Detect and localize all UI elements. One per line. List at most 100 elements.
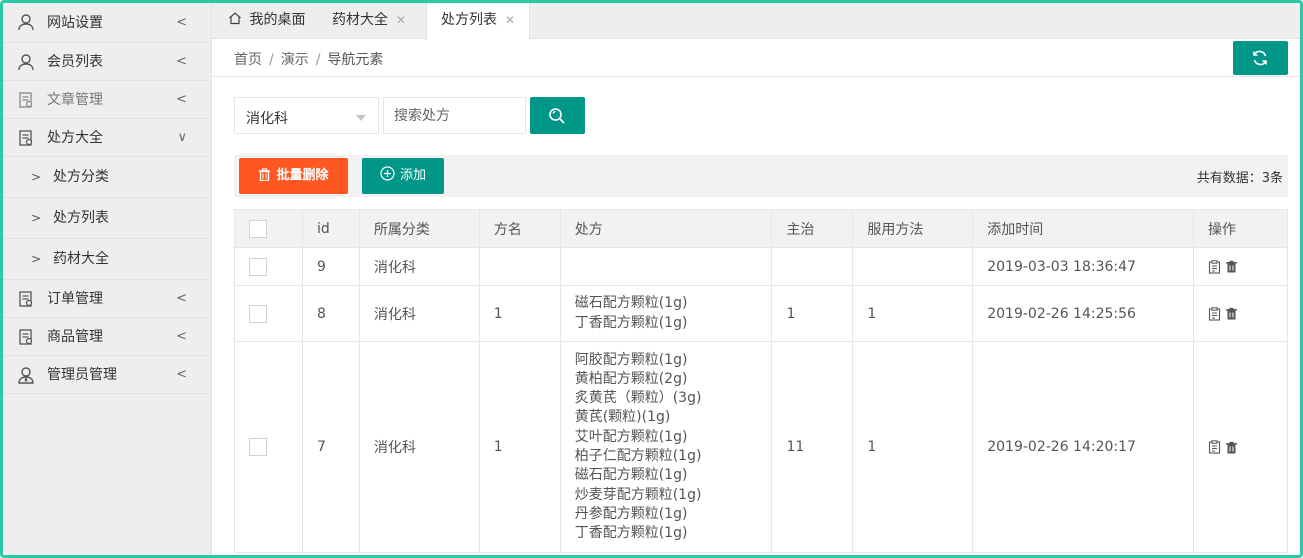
batch-delete-label: 批量删除 (276, 168, 329, 183)
cell-added: 2019-03-03 18:36:47 (972, 247, 1195, 286)
prescription-item: 艾叶配方颗粒(1g) (574, 428, 688, 445)
row-select-cell (234, 285, 303, 342)
prescription-item: 黄芪(颗粒)(1g) (574, 409, 671, 426)
caret-down-icon (356, 115, 366, 121)
refresh-button[interactable] (1233, 41, 1288, 75)
close-icon[interactable]: ✕ (396, 13, 406, 27)
select-all-checkbox[interactable] (249, 219, 267, 238)
sidebar-item-members[interactable]: 会员列表 < (3, 43, 211, 81)
document-icon (19, 130, 33, 146)
trash-icon[interactable] (1225, 441, 1238, 454)
document-icon (19, 329, 33, 345)
batch-delete-button[interactable]: 批量删除 (239, 158, 348, 194)
sidebar-item-products[interactable]: 商品管理 < (3, 318, 211, 356)
trash-icon[interactable] (1225, 260, 1238, 273)
chevron-right-icon: > (31, 252, 42, 266)
cell-id: 8 (301, 285, 360, 342)
search-icon (549, 108, 565, 124)
column-header-prescription: 处方 (559, 209, 773, 248)
row-checkbox[interactable] (249, 304, 267, 323)
cell-category: 消化科 (358, 341, 480, 553)
cell-actions (1193, 285, 1288, 342)
sidebar-item-label: 订单管理 (47, 291, 103, 307)
document-icon (19, 291, 33, 307)
add-button[interactable]: 添加 (362, 158, 444, 194)
sidebar-subitem-prescription-categories[interactable]: > 处方分类 (3, 157, 211, 198)
sidebar-item-label: 网站设置 (47, 15, 103, 31)
cell-category: 消化科 (358, 247, 480, 286)
user-icon (18, 54, 34, 71)
column-header-indication: 主治 (771, 209, 854, 248)
edit-icon[interactable] (1208, 259, 1221, 274)
breadcrumb-home[interactable]: 首页 (234, 52, 262, 68)
chevron-left-icon: < (176, 54, 187, 69)
cell-usage (852, 247, 974, 286)
trash-icon (259, 168, 271, 182)
sidebar-item-orders[interactable]: 订单管理 < (3, 280, 211, 318)
prescription-item: 炒麦芽配方颗粒(1g) (574, 486, 702, 503)
breadcrumb-bar: 首页 / 演示 / 导航元素 (212, 39, 1300, 77)
sidebar-subitem-label: 药材大全 (53, 251, 109, 267)
table-header-row: id 所属分类 方名 处方 主治 服用方法 添加时间 操作 (234, 209, 1288, 248)
cell-name (478, 247, 561, 286)
row-checkbox[interactable] (249, 257, 267, 276)
chevron-down-icon: ∨ (177, 130, 187, 145)
sidebar-item-label: 管理员管理 (47, 367, 117, 383)
sidebar-item-label: 会员列表 (47, 54, 103, 70)
prescription-item: 丹参配方颗粒(1g) (574, 505, 688, 522)
sidebar-item-articles[interactable]: 文章管理 < (3, 81, 211, 119)
prescription-item: 丁香配方颗粒(1g) (574, 525, 688, 542)
row-checkbox[interactable] (249, 438, 267, 456)
chevron-left-icon: < (176, 291, 187, 306)
column-header-actions: 操作 (1193, 209, 1288, 248)
prescription-item: 炙黄芪（颗粒）(3g) (574, 390, 702, 407)
search-input[interactable] (383, 97, 526, 134)
refresh-icon (1253, 50, 1267, 66)
tab-bar: 我的桌面 药材大全 ✕ 处方列表 ✕ (212, 3, 1300, 40)
row-select-cell (234, 247, 303, 286)
cell-id: 7 (301, 341, 360, 553)
sidebar-item-site-settings[interactable]: 网站设置 < (3, 3, 211, 43)
tab-label: 药材大全 (332, 12, 388, 28)
chevron-left-icon: < (176, 92, 187, 107)
column-header-name: 方名 (478, 209, 561, 248)
tab-my-desktop[interactable]: 我的桌面 (214, 3, 319, 39)
cell-indication: 11 (771, 341, 854, 553)
chevron-left-icon: < (176, 15, 187, 30)
column-header-added: 添加时间 (972, 209, 1195, 248)
tab-label: 我的桌面 (249, 12, 306, 28)
table-toolbar: 批量删除 添加 共有数据：3条 (234, 155, 1288, 197)
trash-icon[interactable] (1225, 307, 1238, 320)
category-select[interactable]: 消化科 (234, 97, 379, 134)
sidebar-subitem-herbs[interactable]: > 药材大全 (3, 239, 211, 280)
sidebar-subitem-prescription-list[interactable]: > 处方列表 (3, 198, 211, 239)
sidebar-subitem-label: 处方分类 (53, 169, 109, 185)
close-icon[interactable]: ✕ (505, 13, 515, 27)
cell-indication: 1 (771, 285, 854, 342)
chevron-right-icon: > (31, 211, 42, 225)
tab-herbs[interactable]: 药材大全 ✕ (318, 3, 420, 39)
table-row: 9 消化科 2019-03-03 18:36:47 (234, 247, 1288, 286)
prescription-table: id 所属分类 方名 处方 主治 服用方法 添加时间 操作 9 消化科 2019… (234, 209, 1288, 553)
cell-id: 9 (301, 247, 360, 286)
column-header-category: 所属分类 (358, 209, 480, 248)
edit-icon[interactable] (1208, 440, 1221, 454)
edit-icon[interactable] (1208, 306, 1221, 321)
cell-actions (1193, 247, 1288, 286)
prescription-item: 丁香配方颗粒(1g) (574, 314, 688, 331)
cell-prescription (559, 247, 773, 286)
tab-prescription-list[interactable]: 处方列表 ✕ (426, 3, 531, 40)
breadcrumb-demo[interactable]: 演示 (281, 52, 309, 68)
chevron-left-icon: < (176, 367, 187, 382)
sidebar: 网站设置 < 会员列表 < 文章管理 < 处方大全 ∨ > 处方分类 > 处方列… (3, 3, 212, 555)
sidebar-item-prescriptions[interactable]: 处方大全 ∨ (3, 119, 211, 157)
admin-user-icon (18, 367, 34, 384)
cell-name: 1 (478, 341, 561, 553)
table-row: 8 消化科 1 磁石配方颗粒(1g) 丁香配方颗粒(1g) 1 1 2019-0… (234, 285, 1288, 342)
sidebar-item-label: 处方大全 (47, 130, 103, 146)
cell-category: 消化科 (358, 285, 480, 342)
add-label: 添加 (399, 168, 426, 183)
search-button[interactable] (530, 97, 585, 134)
sidebar-item-admins[interactable]: 管理员管理 < (3, 356, 211, 394)
cell-actions (1193, 341, 1288, 553)
